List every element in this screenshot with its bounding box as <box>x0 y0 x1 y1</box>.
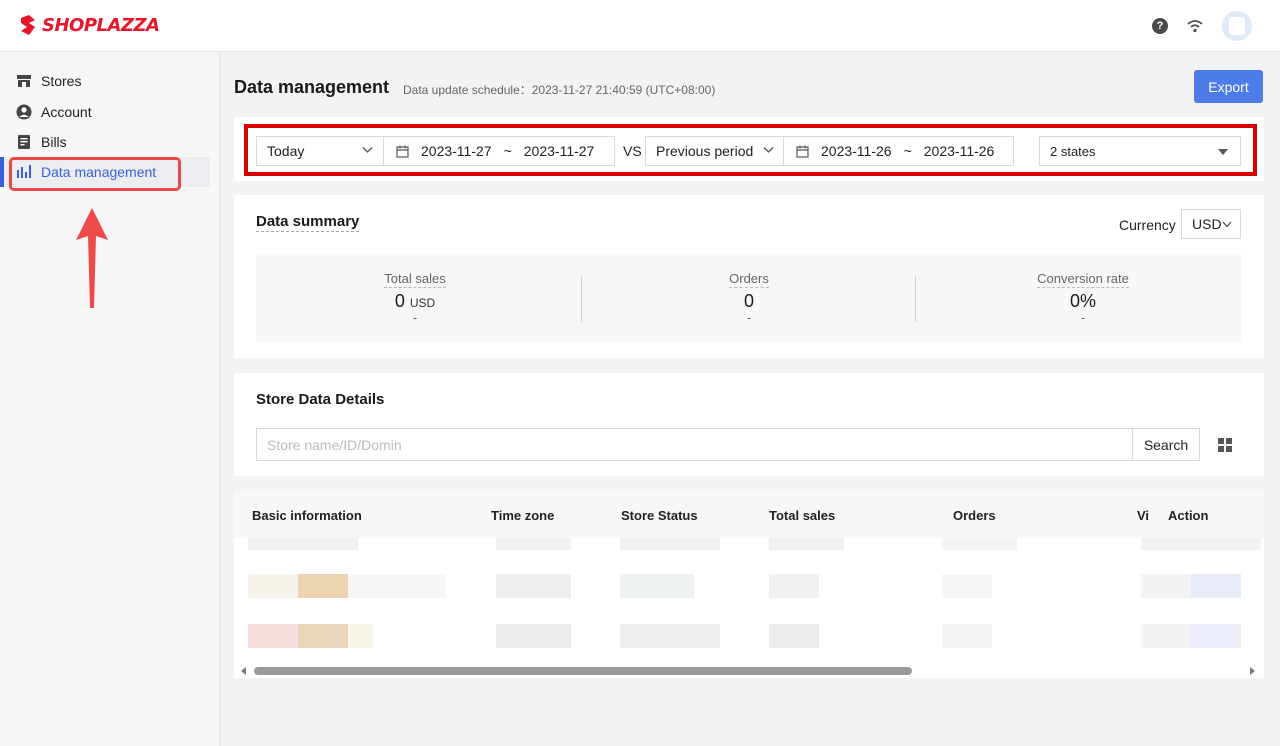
update-schedule: Data update schedule：2023-11-27 21:40:59… <box>403 83 716 97</box>
currency-label: Currency <box>1119 217 1176 233</box>
user-icon <box>16 104 32 120</box>
data-summary-title: Data summary <box>256 213 360 232</box>
column-store-status: Store Status <box>621 508 698 523</box>
store-details-title: Store Data Details <box>256 391 385 408</box>
store-search-input[interactable] <box>256 428 1133 461</box>
metric-total-sales: Total sales 0 USD - <box>384 271 446 325</box>
top-bar: SHOPLAZZA ? <box>0 0 1280 52</box>
currency-value: USD <box>1192 216 1222 232</box>
brand-name: SHOPLAZZA <box>42 14 160 36</box>
chevron-down-icon <box>1222 221 1232 228</box>
metric-conversion-rate: Conversion rate 0% - <box>1037 271 1129 325</box>
grid-view-icon[interactable] <box>1218 438 1232 452</box>
column-visits: Vi <box>1137 508 1150 523</box>
column-total-sales: Total sales <box>769 508 836 523</box>
currency-select[interactable]: USD <box>1181 209 1241 239</box>
search-button[interactable]: Search <box>1132 428 1200 461</box>
bill-icon <box>18 135 30 149</box>
wifi-icon[interactable] <box>1186 18 1204 34</box>
avatar[interactable] <box>1222 11 1252 41</box>
scroll-right-icon[interactable] <box>1250 667 1255 675</box>
sidebar-item-bills[interactable]: Bills <box>0 127 210 157</box>
highlight-annotation <box>244 124 1257 176</box>
highlight-annotation <box>9 157 181 191</box>
logo-mark-icon <box>21 15 35 35</box>
column-orders: Orders <box>953 508 996 523</box>
scroll-left-icon[interactable] <box>241 667 246 675</box>
arrow-up-icon <box>76 208 108 308</box>
table-header <box>234 490 1264 538</box>
column-time-zone: Time zone <box>491 508 555 523</box>
help-icon[interactable]: ? <box>1152 18 1168 34</box>
shoplazza-logo[interactable]: SHOPLAZZA <box>18 14 160 36</box>
sidebar-item-label: Bills <box>41 134 67 150</box>
sidebar-item-label: Stores <box>41 73 82 89</box>
store-icon <box>17 75 31 87</box>
sidebar-item-account[interactable]: Account <box>0 97 210 127</box>
scroll-thumb[interactable] <box>254 667 912 675</box>
column-basic-information: Basic information <box>252 508 362 523</box>
page-title: Data management <box>234 77 390 97</box>
divider <box>581 276 582 322</box>
sidebar-item-label: Account <box>41 104 92 120</box>
column-action: Action <box>1168 508 1209 523</box>
sidebar-item-stores[interactable]: Stores <box>0 66 210 96</box>
export-button[interactable]: Export <box>1194 70 1263 103</box>
metric-orders: Orders 0 - <box>729 271 769 325</box>
divider <box>915 276 916 322</box>
table-body-blurred <box>234 538 1264 660</box>
